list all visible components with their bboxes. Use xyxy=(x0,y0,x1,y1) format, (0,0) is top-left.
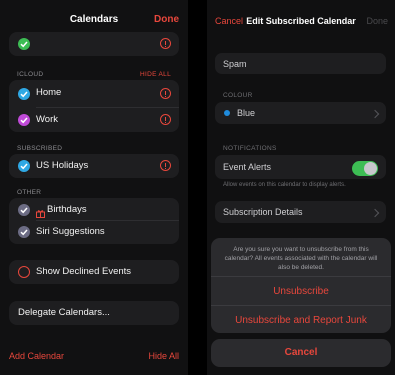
calendars-panel: Calendars Done ICLOUD HIDE ALL Home Work xyxy=(0,0,188,375)
show-declined-row[interactable]: Show Declined Events xyxy=(9,260,179,284)
hide-all-button[interactable]: Hide All xyxy=(148,351,179,361)
chevron-right-icon xyxy=(370,109,380,119)
unsubscribe-button[interactable]: Unsubscribe xyxy=(211,286,391,297)
checkmark-icon[interactable] xyxy=(18,38,30,50)
colour-section-header: COLOUR xyxy=(223,92,253,99)
unchecked-circle-icon[interactable] xyxy=(18,266,30,278)
checkmark-icon[interactable] xyxy=(18,226,30,238)
toggle-knob xyxy=(364,162,377,175)
calendar-row-birthdays[interactable]: Birthdays xyxy=(9,198,179,221)
calendar-row-us-holidays[interactable]: US Holidays xyxy=(9,154,179,178)
show-declined-card: Show Declined Events xyxy=(9,260,179,284)
calendar-card-top xyxy=(9,32,179,56)
divider xyxy=(211,305,391,306)
delegate-calendars-label: Delegate Calendars... xyxy=(18,307,110,318)
show-declined-label: Show Declined Events xyxy=(36,266,132,277)
icloud-section-header: ICLOUD xyxy=(17,71,44,78)
info-icon[interactable] xyxy=(160,38,171,49)
action-sheet: Are you sure you want to unsubscribe fro… xyxy=(211,238,391,333)
delegate-card: Delegate Calendars... xyxy=(9,301,179,325)
done-button-disabled: Done xyxy=(366,16,388,26)
info-icon[interactable] xyxy=(160,160,171,171)
done-button[interactable]: Done xyxy=(154,14,179,25)
alerts-hint: Allow events on this calendar to display… xyxy=(223,182,346,188)
event-alerts-toggle[interactable] xyxy=(352,161,378,176)
calendar-label: Work xyxy=(36,114,58,125)
calendar-label: US Holidays xyxy=(36,160,89,171)
calendar-row-siri-suggestions[interactable]: Siri Suggestions xyxy=(9,221,179,244)
calendar-name-field[interactable]: Spam xyxy=(215,53,386,74)
calendar-row-work[interactable]: Work xyxy=(9,108,179,132)
add-calendar-button[interactable]: Add Calendar xyxy=(9,351,64,361)
checkmark-icon[interactable] xyxy=(18,114,30,126)
action-sheet-message: Are you sure you want to unsubscribe fro… xyxy=(224,246,378,271)
colour-row[interactable]: Blue xyxy=(215,102,386,124)
cancel-button: Cancel xyxy=(284,347,318,358)
chevron-right-icon xyxy=(370,208,380,218)
checkmark-icon[interactable] xyxy=(18,88,30,100)
calendar-label: Siri Suggestions xyxy=(36,226,105,237)
other-section-header: OTHER xyxy=(17,189,42,196)
subscription-details-row[interactable]: Subscription Details xyxy=(215,201,386,223)
icloud-hide-all-button[interactable]: HIDE ALL xyxy=(140,71,171,78)
calendar-name-value: Spam xyxy=(223,59,247,69)
calendar-label: Birthdays xyxy=(47,204,87,215)
subscription-details-label: Subscription Details xyxy=(223,207,303,217)
colour-value: Blue xyxy=(237,108,256,118)
calendar-row-home[interactable]: Home xyxy=(9,80,179,108)
edit-subscribed-panel: Cancel Edit Subscribed Calendar Done Spa… xyxy=(207,0,395,375)
checkmark-icon[interactable] xyxy=(18,204,30,216)
info-icon[interactable] xyxy=(160,114,171,125)
calendar-row[interactable] xyxy=(9,32,179,56)
checkmark-icon[interactable] xyxy=(18,160,30,172)
notifications-section-header: NOTIFICATIONS xyxy=(223,145,277,152)
delegate-calendars-row[interactable]: Delegate Calendars... xyxy=(9,301,179,325)
icloud-card: Home Work xyxy=(9,80,179,132)
action-sheet-cancel[interactable]: Cancel xyxy=(211,339,391,367)
subscribed-card: US Holidays xyxy=(9,154,179,178)
unsubscribe-report-junk-button[interactable]: Unsubscribe and Report Junk xyxy=(211,315,391,326)
info-icon[interactable] xyxy=(160,88,171,99)
calendar-label: Home xyxy=(36,87,62,98)
subscribed-section-header: SUBSCRIBED xyxy=(17,145,63,152)
event-alerts-row: Event Alerts xyxy=(215,155,386,179)
divider xyxy=(211,276,391,277)
other-card: Birthdays Siri Suggestions xyxy=(9,198,179,244)
event-alerts-label: Event Alerts xyxy=(223,162,272,172)
colour-swatch-icon xyxy=(224,110,230,116)
